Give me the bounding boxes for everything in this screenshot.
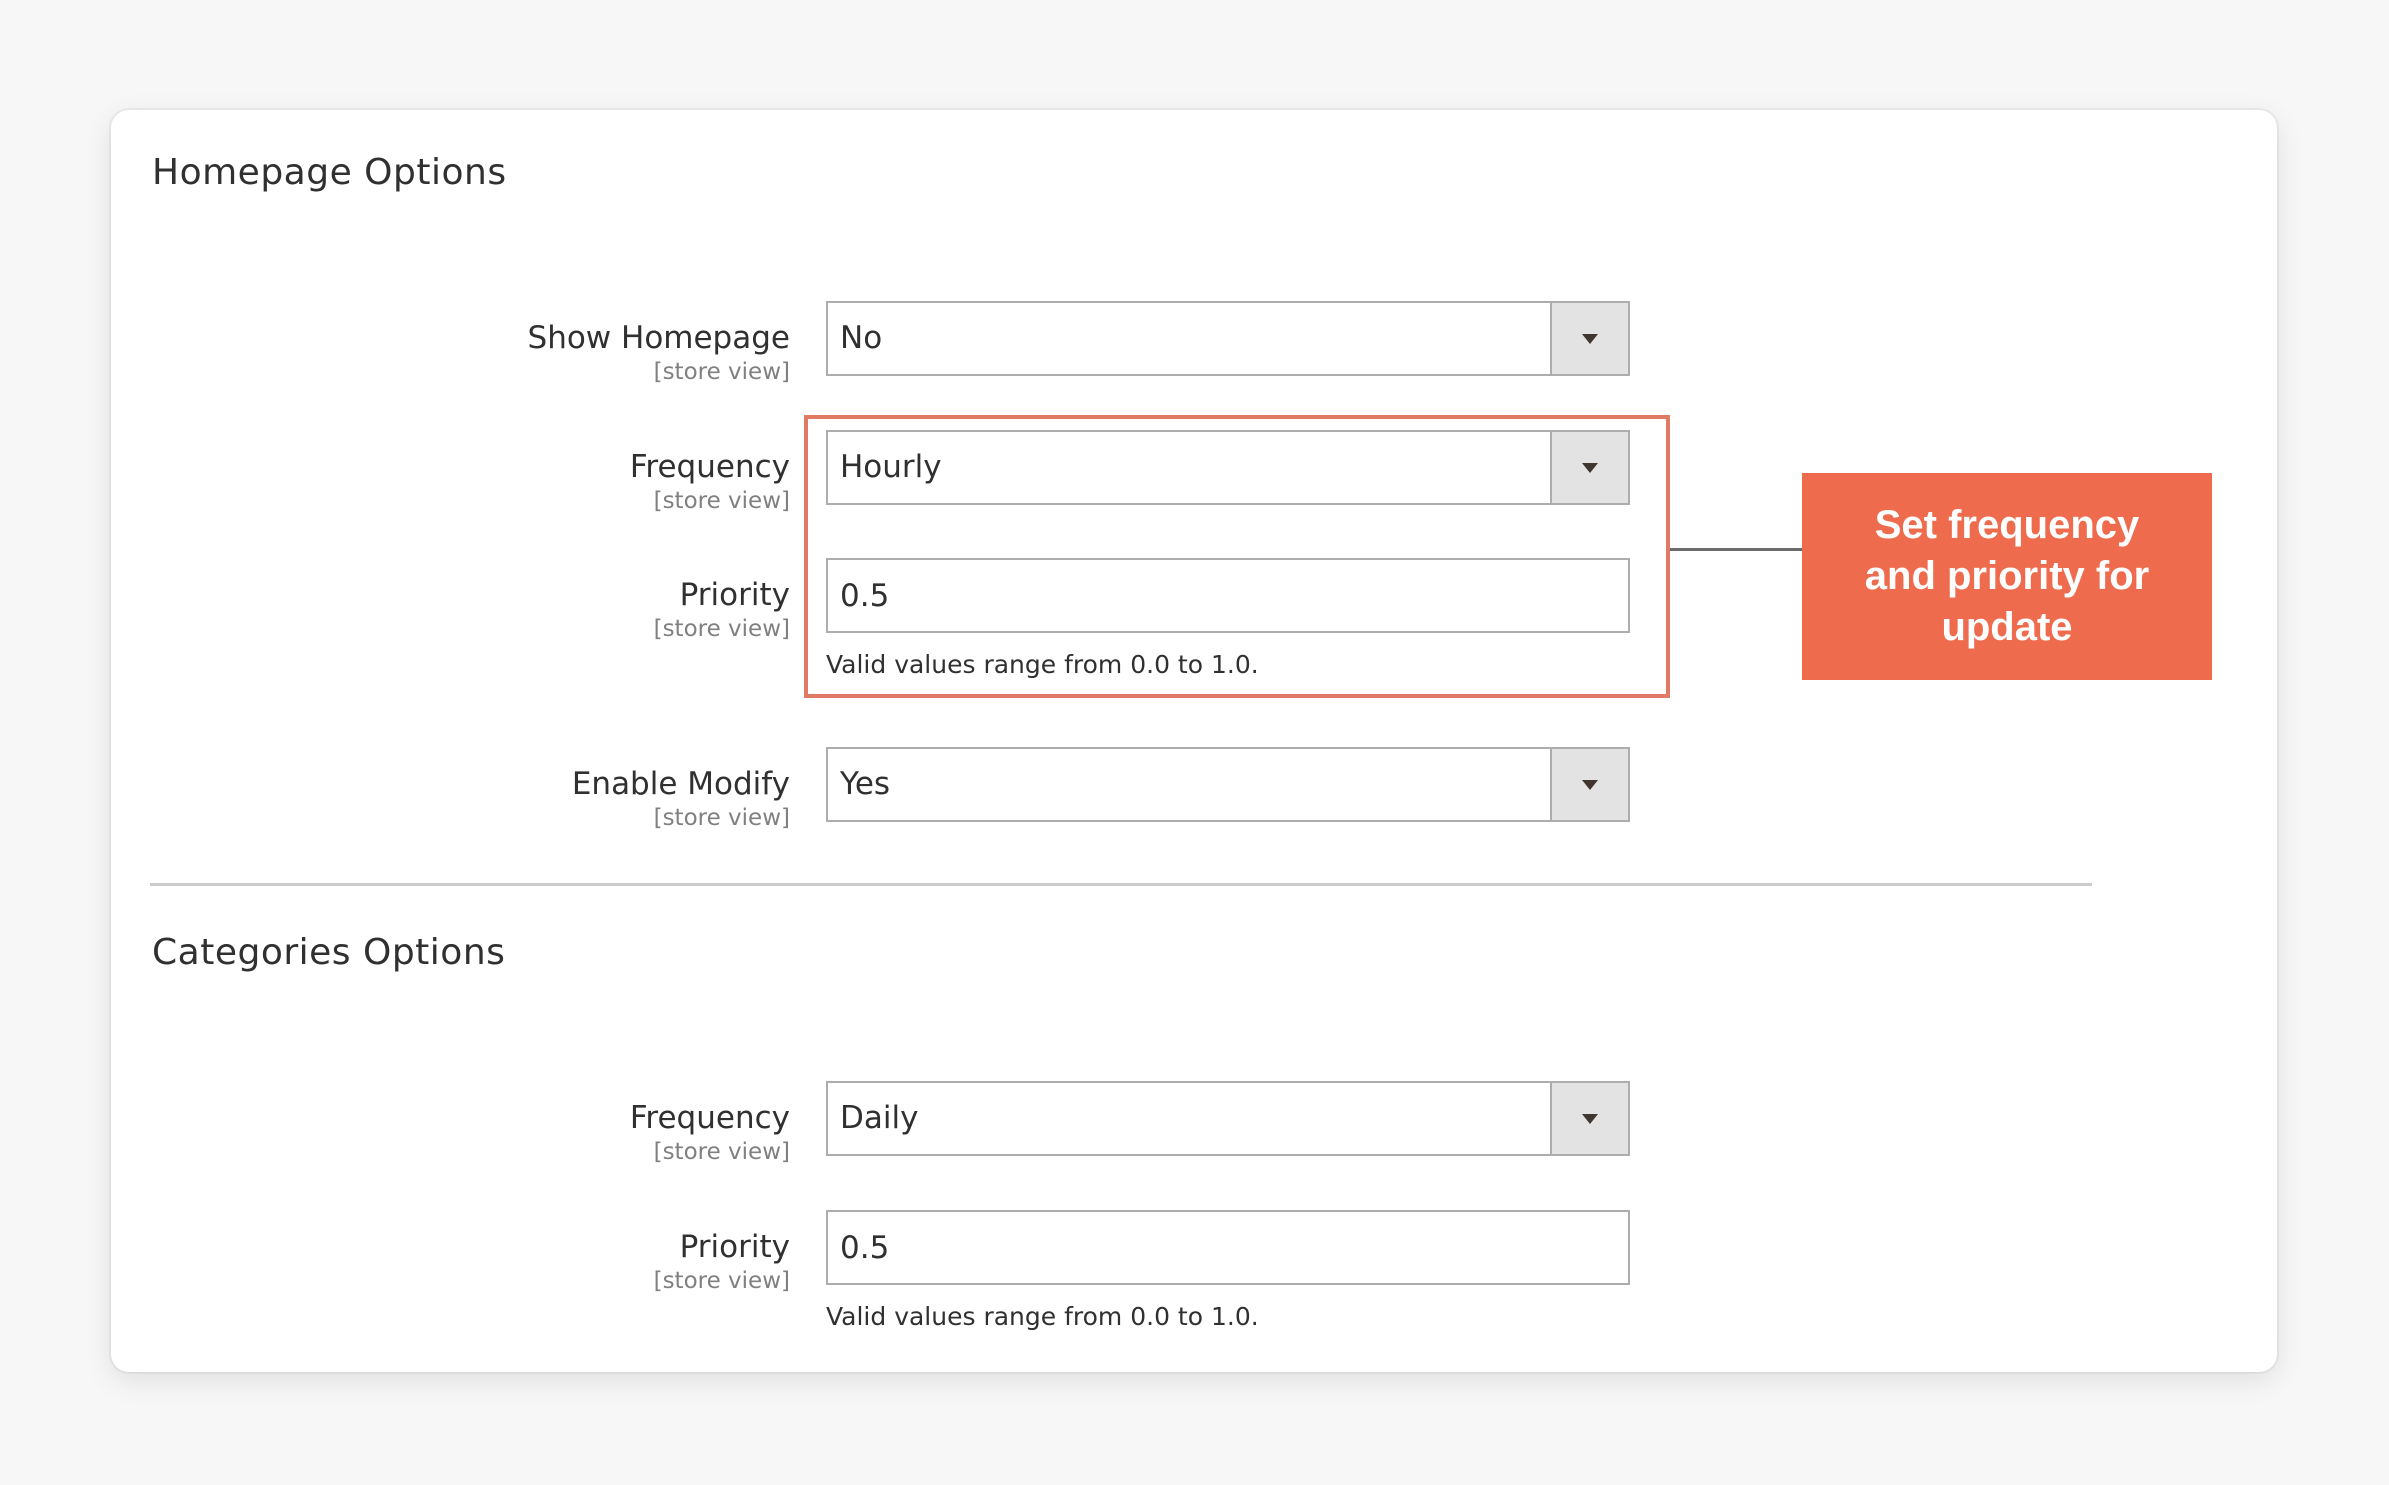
categories-frequency-select[interactable]: Daily	[826, 1081, 1630, 1156]
annotation-callout-text: Set frequency and priority for update	[1864, 503, 2150, 649]
homepage-frequency-label: Frequency	[629, 449, 790, 485]
show-homepage-dropdown-button[interactable]	[1550, 303, 1628, 374]
show-homepage-label: Show Homepage	[527, 320, 790, 356]
categories-frequency-dropdown-button[interactable]	[1550, 1083, 1628, 1154]
categories-priority-help: Valid values range from 0.0 to 1.0.	[826, 1302, 1259, 1331]
categories-frequency-label: Frequency	[629, 1100, 790, 1136]
categories-frequency-value: Daily	[840, 1100, 919, 1136]
homepage-options-title: Homepage Options	[152, 152, 507, 193]
caret-down-icon	[1582, 333, 1598, 344]
categories-priority-scope: [store view]	[653, 1268, 790, 1294]
show-homepage-select[interactable]: No	[826, 301, 1630, 376]
categories-priority-label: Priority	[679, 1229, 790, 1265]
highlight-box	[804, 415, 1670, 698]
caret-down-icon	[1582, 779, 1598, 790]
enable-modify-select[interactable]: Yes	[826, 747, 1630, 822]
caret-down-icon	[1582, 1113, 1598, 1124]
homepage-frequency-scope: [store view]	[653, 488, 790, 514]
homepage-priority-scope: [store view]	[653, 616, 790, 642]
enable-modify-value: Yes	[840, 766, 891, 802]
enable-modify-scope: [store view]	[653, 805, 790, 831]
enable-modify-dropdown-button[interactable]	[1550, 749, 1628, 820]
show-homepage-scope: [store view]	[653, 359, 790, 385]
categories-priority-input[interactable]	[826, 1210, 1630, 1285]
section-divider	[150, 883, 2092, 886]
settings-card	[111, 110, 2277, 1372]
categories-options-title: Categories Options	[152, 932, 506, 973]
annotation-callout: Set frequency and priority for update	[1802, 473, 2212, 680]
enable-modify-label: Enable Modify	[571, 766, 790, 802]
categories-frequency-scope: [store view]	[653, 1139, 790, 1165]
homepage-priority-label: Priority	[679, 577, 790, 613]
show-homepage-value: No	[840, 320, 883, 356]
callout-connector-line	[1670, 548, 1802, 551]
